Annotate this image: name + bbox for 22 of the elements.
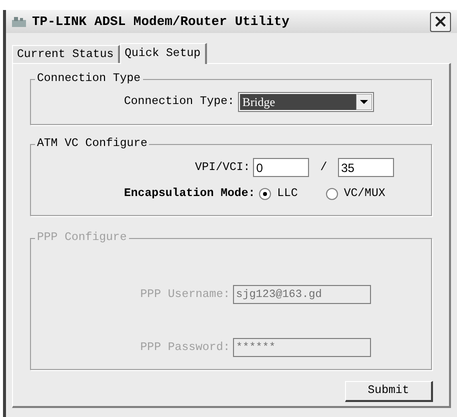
connection-type-dropdown[interactable]: Bridge [238,92,374,112]
close-icon [435,16,446,27]
tab[interactable]: Quick Setup [120,43,207,64]
field-label: PPP Username: [140,286,230,303]
radio-label: LLC [277,186,298,202]
app-icon [12,16,26,26]
tab[interactable]: Current Status [12,45,120,63]
field-label: Connection Type: [124,94,234,110]
dropdown-arrow-icon [356,94,372,110]
radio-label: VC/MUX [344,186,386,202]
submit-button[interactable]: Submit [345,381,433,402]
close-button[interactable] [430,12,451,32]
window-title: TP-LINK ADSL Modem/Router Utility [32,12,290,31]
field-label: PPP Password: [140,340,230,356]
radio-button[interactable] [326,188,338,200]
dropdown-value: Bridge [240,94,356,110]
vci-field[interactable]: 35 [338,158,394,177]
field-label: Encapsulation Mode: [124,186,256,202]
field-label: VPI/VCI: [195,160,250,176]
vpi-field[interactable]: 0 [253,158,310,177]
separator: / [319,160,328,176]
radio-button[interactable] [259,188,272,200]
